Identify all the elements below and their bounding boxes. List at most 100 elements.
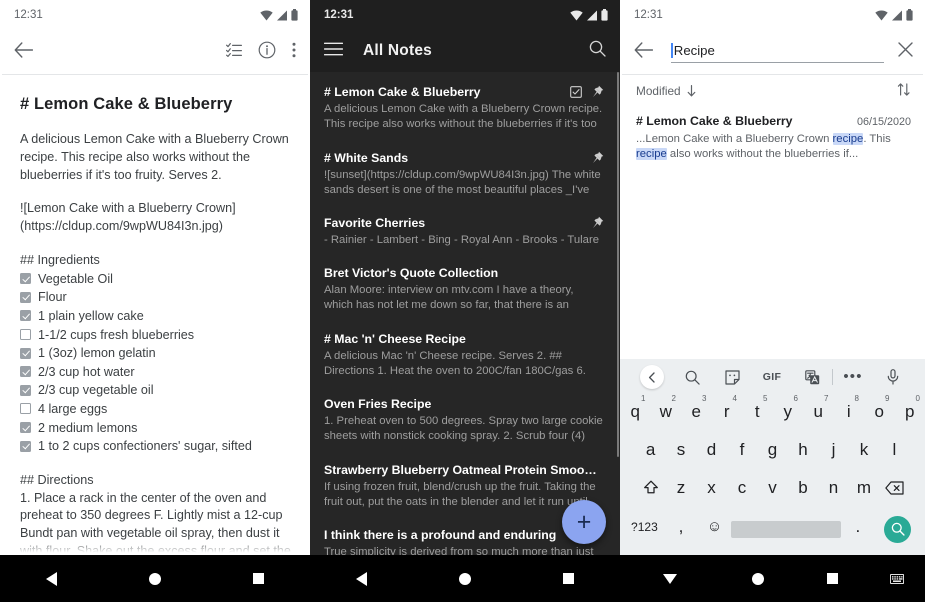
nav-home-button[interactable] xyxy=(413,572,516,585)
pin-icon[interactable] xyxy=(591,85,604,98)
key-q[interactable]: 1q xyxy=(620,394,651,433)
key-b[interactable]: b xyxy=(788,471,819,509)
snippet-part: . This xyxy=(863,133,891,145)
key-p[interactable]: 0p xyxy=(895,394,925,433)
checkbox-icon[interactable] xyxy=(20,440,31,452)
keyboard-mic-button[interactable] xyxy=(873,369,913,385)
checkbox-icon[interactable] xyxy=(20,366,31,378)
note-list-item[interactable]: Bret Victor's Quote Collection Alan Moor… xyxy=(310,265,620,314)
ingredient-item[interactable]: 1 plain yellow cake xyxy=(20,307,292,326)
key-j[interactable]: j xyxy=(818,433,848,471)
key-v[interactable]: v xyxy=(757,471,788,509)
key-a[interactable]: a xyxy=(635,433,665,471)
key-g[interactable]: g xyxy=(757,433,787,471)
search-input[interactable]: Recipe xyxy=(671,42,884,63)
key-c[interactable]: c xyxy=(727,471,758,509)
key-y[interactable]: 6y xyxy=(773,394,804,433)
nav-recents-button[interactable] xyxy=(517,573,620,584)
pin-icon[interactable] xyxy=(591,216,604,229)
nav-home-button[interactable] xyxy=(720,572,794,585)
keyboard-expand-toolbar-button[interactable] xyxy=(632,365,672,389)
key-e[interactable]: 3e xyxy=(681,394,712,433)
ingredient-item[interactable]: 4 large eggs xyxy=(20,400,292,419)
key-o[interactable]: 9o xyxy=(864,394,895,433)
keyboard-gif-button[interactable]: GIF xyxy=(752,371,792,383)
checkbox-icon[interactable] xyxy=(20,384,31,396)
ingredient-item[interactable]: 2/3 cup vegetable oil xyxy=(20,381,292,400)
keyboard-sticker-button[interactable] xyxy=(712,369,752,385)
search-icon[interactable] xyxy=(589,40,606,62)
key-n[interactable]: n xyxy=(818,471,849,509)
note-list-item[interactable]: # Lemon Cake & Blueberry A delicious Lem… xyxy=(310,84,620,133)
sort-direction-toggle[interactable] xyxy=(897,83,911,99)
checkbox-icon[interactable] xyxy=(20,403,31,415)
note-list-item[interactable]: # Mac 'n' Cheese Recipe A delicious Mac … xyxy=(310,331,620,380)
key-i[interactable]: 8i xyxy=(834,394,865,433)
keyboard-translate-button[interactable] xyxy=(792,369,832,385)
note-editor-actions xyxy=(226,41,300,64)
nav-recents-button[interactable] xyxy=(207,573,310,584)
menu-icon[interactable] xyxy=(323,42,344,61)
note-list-item[interactable]: # White Sands ![sunset](https://cldup.co… xyxy=(310,150,620,199)
key-u[interactable]: 7u xyxy=(803,394,834,433)
nav-back-button[interactable] xyxy=(310,571,413,586)
checkbox-icon[interactable] xyxy=(20,310,31,322)
nav-switch-keyboard-button[interactable] xyxy=(869,573,925,584)
key-l[interactable]: l xyxy=(879,433,909,471)
ingredient-item[interactable]: Flour xyxy=(20,288,292,307)
key-m[interactable]: m xyxy=(849,471,880,509)
nav-recents-button[interactable] xyxy=(795,573,869,584)
add-note-fab[interactable]: + xyxy=(562,500,606,544)
checkbox-icon[interactable] xyxy=(20,329,31,341)
nav-hide-keyboard-button[interactable] xyxy=(620,573,720,584)
key-period[interactable]: . xyxy=(841,510,875,548)
close-icon[interactable] xyxy=(898,42,913,62)
keyboard-search-button[interactable] xyxy=(672,370,712,385)
pin-icon[interactable] xyxy=(591,151,604,164)
key-h[interactable]: h xyxy=(788,433,818,471)
key-d[interactable]: d xyxy=(696,433,726,471)
key-space[interactable] xyxy=(731,520,842,538)
overflow-menu-icon[interactable] xyxy=(292,42,296,63)
ingredient-item[interactable]: 2 medium lemons xyxy=(20,419,292,438)
key-symbols[interactable]: ?123 xyxy=(625,510,665,548)
info-icon[interactable] xyxy=(258,41,276,64)
sort-selector[interactable]: Modified xyxy=(636,84,696,98)
back-icon[interactable] xyxy=(14,41,34,63)
key-f[interactable]: f xyxy=(727,433,757,471)
search-result-item[interactable]: # Lemon Cake & Blueberry 06/15/2020 ...L… xyxy=(620,107,925,163)
note-list-item[interactable]: Oven Fries Recipe 1. Preheat oven to 500… xyxy=(310,396,620,445)
key-s[interactable]: s xyxy=(666,433,696,471)
key-shift[interactable] xyxy=(635,471,666,509)
key-z[interactable]: z xyxy=(666,471,697,509)
checkbox-icon[interactable] xyxy=(20,273,31,285)
checkbox-icon[interactable] xyxy=(20,347,31,359)
key-r[interactable]: 4r xyxy=(712,394,743,433)
key-comma[interactable]: , xyxy=(664,510,698,548)
nav-home-button[interactable] xyxy=(103,572,206,585)
ingredient-item[interactable]: 1 (3oz) lemon gelatin xyxy=(20,344,292,363)
key-emoji[interactable]: ☺ xyxy=(698,510,732,548)
key-x[interactable]: x xyxy=(696,471,727,509)
ingredient-label: 2/3 cup vegetable oil xyxy=(38,383,154,398)
note-list-item[interactable]: Favorite Cherries - Rainier - Lambert - … xyxy=(310,215,620,248)
ingredient-item[interactable]: Vegetable Oil xyxy=(20,270,292,289)
keyboard-more-button[interactable]: ••• xyxy=(833,369,873,384)
home-circle-icon xyxy=(148,572,161,585)
ingredient-item[interactable]: 2/3 cup hot water xyxy=(20,363,292,382)
key-k[interactable]: k xyxy=(849,433,879,471)
nav-back-button[interactable] xyxy=(0,571,103,586)
back-icon[interactable] xyxy=(634,41,654,63)
note-content[interactable]: # Lemon Cake & Blueberry A delicious Lem… xyxy=(0,75,310,602)
ingredient-item[interactable]: 1-1/2 cups fresh blueberries xyxy=(20,326,292,345)
key-label: p xyxy=(905,402,915,421)
key-backspace[interactable] xyxy=(879,471,910,509)
key-w[interactable]: 2w xyxy=(651,394,682,433)
ingredient-item[interactable]: 1 to 2 cups confectioners' sugar, sifted xyxy=(20,437,292,456)
notes-list[interactable]: # Lemon Cake & Blueberry A delicious Lem… xyxy=(310,72,620,555)
key-enter-search[interactable] xyxy=(875,515,921,543)
key-t[interactable]: 5t xyxy=(742,394,773,433)
checkbox-icon[interactable] xyxy=(20,291,31,303)
checklist-icon[interactable] xyxy=(226,42,242,62)
checkbox-icon[interactable] xyxy=(20,422,31,434)
